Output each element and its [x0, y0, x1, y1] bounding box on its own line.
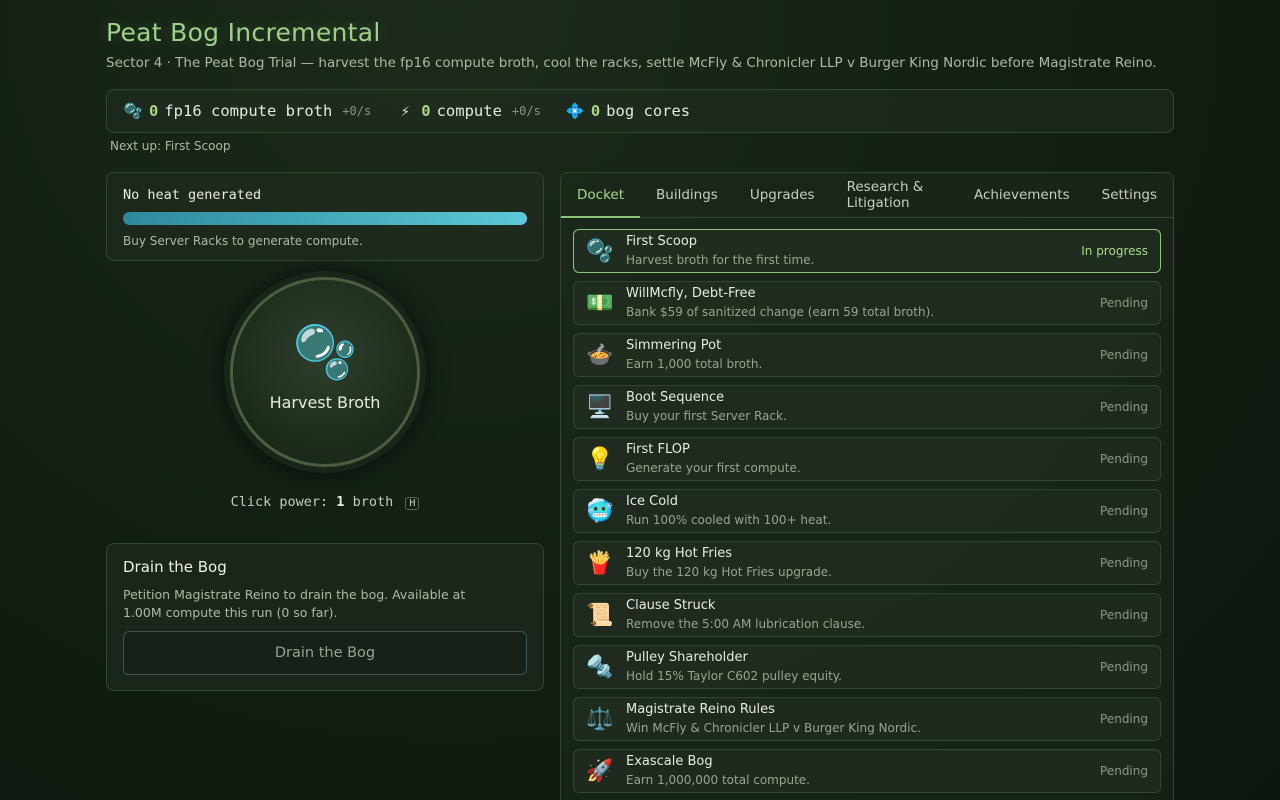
page-subtitle: Sector 4 · The Peat Bog Trial — harvest … [106, 55, 1157, 71]
docket-item[interactable]: 🔩 Pulley Shareholder Hold 15% Taylor C602… [573, 645, 1161, 689]
status-badge: Pending [1100, 452, 1148, 466]
resource-rate: +0/s [342, 104, 372, 118]
status-badge: Pending [1100, 764, 1148, 778]
tab-buildings[interactable]: Buildings [640, 173, 734, 217]
docket-item-desc: Earn 1,000,000 total compute. [626, 773, 810, 787]
docket-item[interactable]: 🍟 120 kg Hot Fries Buy the 120 kg Hot Fri… [573, 541, 1161, 585]
docket-item-desc: Harvest broth for the first time. [626, 253, 815, 267]
docket-item-desc: Remove the 5:00 AM lubrication clause. [626, 617, 866, 631]
resource-value: 0 [149, 102, 159, 120]
tab-bar: Docket Buildings Upgrades Research & Lit… [561, 173, 1173, 218]
click-power-prefix: Click power: [230, 494, 329, 510]
resource-rate: +0/s [511, 104, 541, 118]
docket-item-desc: Earn 1,000 total broth. [626, 357, 763, 371]
status-badge: Pending [1100, 660, 1148, 674]
fries-icon: 🍟 [586, 550, 614, 576]
next-up: Next up: First Scoop [110, 139, 231, 153]
docket-item[interactable]: 📜 Clause Struck Remove the 5:00 AM lubric… [573, 593, 1161, 637]
heat-bar [123, 212, 527, 225]
docket-item-name: Clause Struck [626, 598, 716, 613]
docket-item[interactable]: 💡 First FLOP Generate your first compute.… [573, 437, 1161, 481]
docket-item-name: First Scoop [626, 234, 698, 249]
docket-item-name: 120 kg Hot Fries [626, 546, 733, 561]
diamond-icon: 💠 [565, 102, 585, 120]
docket-item-name: First FLOP [626, 442, 690, 457]
resource-compute: ⚡ 0 compute +0/s [395, 102, 541, 120]
harvest-button[interactable]: 🫧 Harvest Broth [230, 277, 420, 467]
click-power-value: 1 [336, 494, 345, 510]
money-icon: 💵 [586, 290, 614, 316]
docket-item[interactable]: 🍲 Simmering Pot Earn 1,000 total broth. P… [573, 333, 1161, 377]
click-power-unit: broth [352, 494, 394, 510]
status-badge: Pending [1100, 348, 1148, 362]
main-panel: Docket Buildings Upgrades Research & Lit… [560, 172, 1174, 800]
tab-docket[interactable]: Docket [561, 173, 641, 218]
bolt-icon: 🔩 [586, 654, 614, 680]
docket-item[interactable]: 🚀 Exascale Bog Earn 1,000,000 total compu… [573, 749, 1161, 793]
resource-label: fp16 compute broth [164, 102, 333, 120]
docket-item[interactable]: 🫧 First Scoop Harvest broth for the first… [573, 229, 1161, 273]
docket-item-desc: Win McFly & Chronicler LLP v Burger King… [626, 721, 921, 735]
docket-item-desc: Hold 15% Taylor C602 pulley equity. [626, 669, 842, 683]
resource-cores: 💠 0 bog cores [565, 102, 690, 120]
docket-item[interactable]: 💵 WillMcfly, Debt-Free Bank $59 of saniti… [573, 281, 1161, 325]
tab-settings[interactable]: Settings [1086, 173, 1173, 217]
docket-item-name: Pulley Shareholder [626, 650, 748, 665]
page-title: Peat Bog Incremental [106, 18, 381, 47]
docket-item-name: Magistrate Reino Rules [626, 702, 775, 717]
bubbles-icon: 🫧 [586, 238, 614, 264]
status-badge: Pending [1100, 296, 1148, 310]
docket-item-name: Boot Sequence [626, 390, 725, 405]
status-badge: In progress [1081, 244, 1148, 258]
docket-item[interactable]: ⚖️ Magistrate Reino Rules Win McFly & Chr… [573, 697, 1161, 741]
status-badge: Pending [1100, 504, 1148, 518]
status-badge: Pending [1100, 400, 1148, 414]
bubbles-icon: 🫧 [292, 322, 358, 383]
docket-item-name: Simmering Pot [626, 338, 722, 353]
docket-item-desc: Buy the 120 kg Hot Fries upgrade. [626, 565, 832, 579]
resource-broth: 🫧 0 fp16 compute broth +0/s [123, 102, 372, 120]
pot-icon: 🍲 [586, 342, 614, 368]
tab-upgrades[interactable]: Upgrades [734, 173, 831, 217]
resource-value: 0 [590, 102, 601, 120]
scroll-icon: 📜 [586, 602, 614, 628]
docket-item-desc: Buy your first Server Rack. [626, 409, 787, 423]
tab-research-litigation[interactable]: Research & Litigation [831, 173, 958, 217]
docket-item-name: Exascale Bog [626, 754, 713, 769]
harvest-label: Harvest Broth [269, 392, 381, 412]
rocket-icon: 🚀 [586, 758, 614, 784]
heat-title: No heat generated [123, 187, 262, 203]
resource-value: 0 [421, 102, 431, 120]
heat-note: Buy Server Racks to generate compute. [123, 234, 363, 248]
status-badge: Pending [1100, 608, 1148, 622]
drain-title: Drain the Bog [123, 558, 227, 576]
docket-item-name: WillMcfly, Debt-Free [626, 286, 756, 301]
resource-bar: 🫧 0 fp16 compute broth +0/s ⚡ 0 compute … [106, 89, 1174, 133]
docket-item-desc: Run 100% cooled with 100+ heat. [626, 513, 832, 527]
drain-panel: Drain the Bog Petition Magistrate Reino … [106, 543, 544, 691]
lightning-icon: ⚡ [400, 102, 410, 120]
docket-item[interactable]: 🖥️ Boot Sequence Buy your first Server Ra… [573, 385, 1161, 429]
docket-item-name: Ice Cold [626, 494, 679, 509]
scales-icon: ⚖️ [586, 706, 614, 732]
hotkey-badge: H [405, 497, 420, 510]
status-badge: Pending [1100, 712, 1148, 726]
computer-icon: 🖥️ [586, 394, 614, 420]
heat-panel: No heat generated Buy Server Racks to ge… [106, 172, 544, 261]
tab-achievements[interactable]: Achievements [958, 173, 1086, 217]
cold-face-icon: 🥶 [586, 498, 614, 524]
click-power: Click power: 1 broth H [0, 494, 650, 510]
status-badge: Pending [1100, 556, 1148, 570]
docket-list: 🫧 First Scoop Harvest broth for the first… [561, 218, 1173, 793]
bubbles-icon: 🫧 [123, 102, 143, 120]
harvest-ring: 🫧 Harvest Broth [224, 271, 426, 473]
drain-description: Petition Magistrate Reino to drain the b… [123, 587, 466, 620]
drain-button[interactable]: Drain the Bog [123, 631, 527, 675]
docket-item-desc: Generate your first compute. [626, 461, 801, 475]
docket-item-desc: Bank $59 of sanitized change (earn 59 to… [626, 305, 935, 319]
lightbulb-icon: 💡 [586, 446, 614, 472]
resource-label: compute [436, 102, 502, 120]
resource-label: bog cores [606, 102, 691, 120]
docket-item[interactable]: 🥶 Ice Cold Run 100% cooled with 100+ heat… [573, 489, 1161, 533]
